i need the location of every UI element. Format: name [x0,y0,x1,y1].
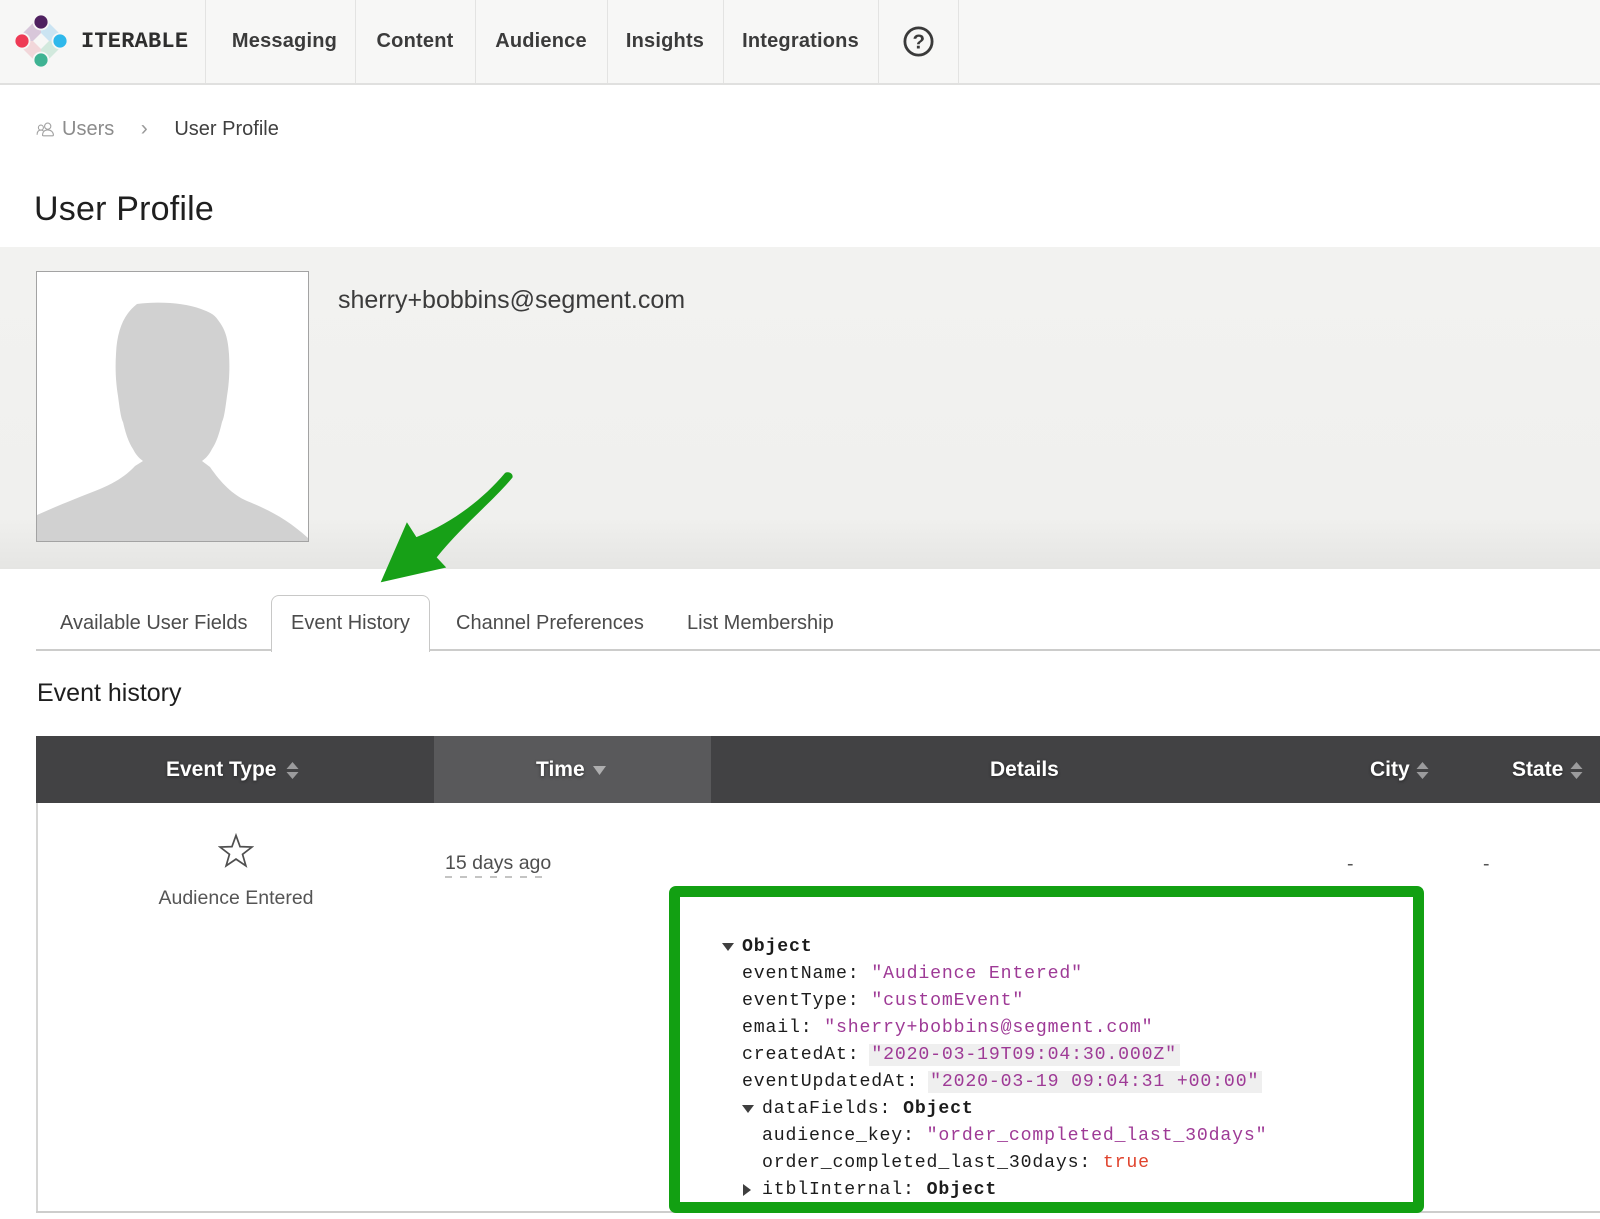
svg-text:?: ? [913,31,926,54]
